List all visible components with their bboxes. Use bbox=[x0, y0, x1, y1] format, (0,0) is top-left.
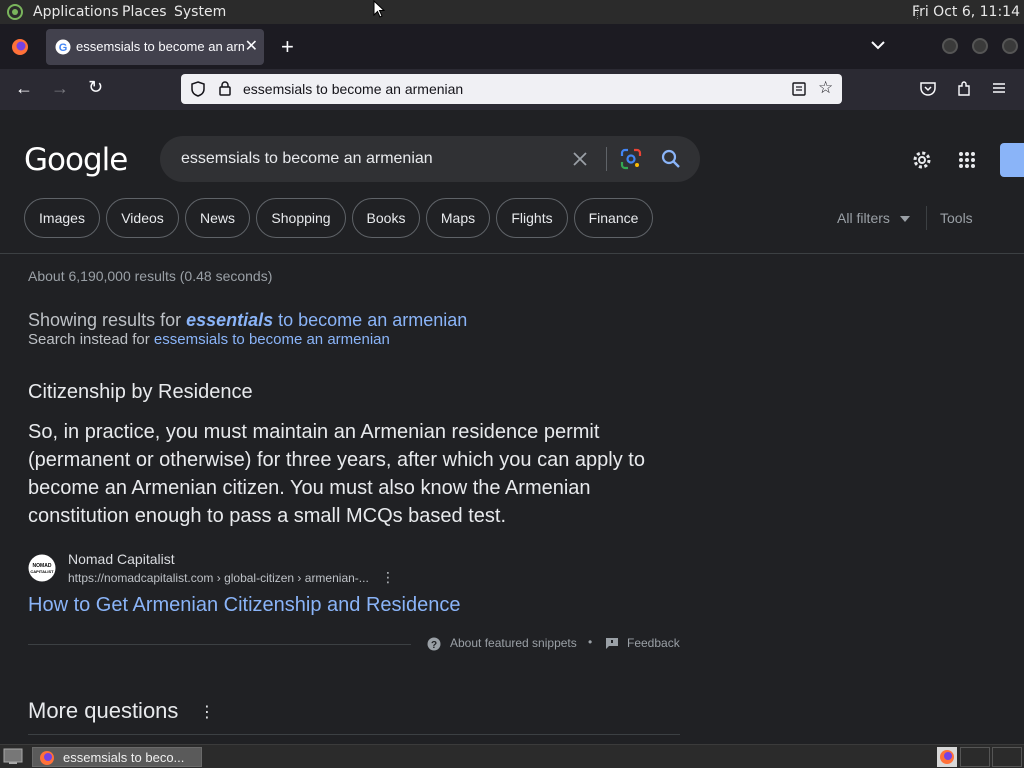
showing-prefix: Showing results for bbox=[28, 310, 187, 330]
chip-images[interactable]: Images bbox=[24, 198, 100, 238]
settings-gear-icon[interactable] bbox=[911, 149, 933, 171]
about-featured-snippets-link[interactable]: About featured snippets bbox=[450, 636, 577, 650]
taskbar-window-title: essemsials to beco... bbox=[63, 750, 185, 765]
navigation-bar: ← → ↻ essemsials to become an armenian ☆ bbox=[0, 69, 1024, 110]
result-stats: About 6,190,000 results (0.48 seconds) bbox=[28, 268, 273, 284]
google-favicon-icon: G bbox=[55, 39, 71, 55]
url-text[interactable]: essemsials to become an armenian bbox=[243, 81, 463, 97]
bullet-separator: • bbox=[588, 635, 593, 649]
shield-icon[interactable] bbox=[191, 81, 205, 97]
svg-text:CAPITALIST: CAPITALIST bbox=[30, 569, 54, 574]
maximize-window-button[interactable] bbox=[972, 38, 988, 54]
mouse-cursor-icon bbox=[373, 0, 385, 18]
firefox-icon bbox=[40, 751, 54, 765]
google-apps-icon[interactable] bbox=[958, 151, 976, 169]
applications-menu[interactable]: Applications bbox=[33, 4, 119, 20]
url-bar[interactable]: essemsials to become an armenian ☆ bbox=[181, 74, 842, 104]
more-options-icon[interactable]: ⋮ bbox=[381, 569, 395, 586]
top-panel: Applications Places System Fri Oct 6, 11… bbox=[0, 0, 1024, 24]
lock-icon[interactable] bbox=[219, 81, 231, 96]
help-circle-icon[interactable]: ? bbox=[427, 637, 441, 651]
dropdown-arrow-icon bbox=[900, 216, 910, 222]
questions-divider bbox=[28, 734, 680, 735]
bottom-taskbar: essemsials to beco... bbox=[0, 744, 1024, 768]
reload-icon[interactable]: ↻ bbox=[88, 77, 103, 98]
clock[interactable]: Fri Oct 6, 11:14 bbox=[912, 4, 1020, 20]
feedback-link[interactable]: Feedback bbox=[627, 636, 680, 650]
google-lens-icon[interactable] bbox=[620, 148, 642, 170]
workspace-3[interactable] bbox=[992, 747, 1022, 767]
original-query-link[interactable]: essemsials to become an armenian bbox=[154, 331, 390, 348]
snippet-text: So, in practice, you must maintain an Ar… bbox=[28, 421, 645, 527]
workspace-firefox-icon[interactable] bbox=[937, 747, 957, 767]
source-url[interactable]: https://nomadcapitalist.com › global-cit… bbox=[68, 571, 369, 585]
feedback-icon[interactable] bbox=[605, 637, 619, 650]
chip-books[interactable]: Books bbox=[352, 198, 420, 238]
corrected-word[interactable]: essentials bbox=[186, 310, 273, 330]
taskbar-window-firefox[interactable]: essemsials to beco... bbox=[32, 747, 202, 767]
tab-close-icon[interactable]: ✕ bbox=[245, 36, 258, 56]
active-tab[interactable]: G essemsials to become an armenian ✕ bbox=[46, 29, 264, 65]
source-favicon[interactable]: NOMAD CAPITALIST bbox=[28, 554, 56, 582]
forward-icon[interactable]: → bbox=[51, 78, 69, 99]
snippet-divider bbox=[28, 644, 411, 645]
sign-in-button[interactable] bbox=[1000, 143, 1024, 177]
distro-logo-icon[interactable] bbox=[6, 3, 24, 21]
corrected-rest[interactable]: to become an armenian bbox=[273, 310, 467, 330]
minimize-window-button[interactable] bbox=[942, 38, 958, 54]
search-divider bbox=[606, 147, 607, 171]
places-menu[interactable]: Places bbox=[122, 4, 167, 20]
instead-prefix: Search instead for bbox=[28, 331, 154, 348]
filters-divider bbox=[926, 206, 927, 230]
chip-videos[interactable]: Videos bbox=[106, 198, 179, 238]
spelling-correction: Showing results for essentials to become… bbox=[28, 310, 467, 331]
chip-news[interactable]: News bbox=[185, 198, 250, 238]
chip-flights[interactable]: Flights bbox=[496, 198, 568, 238]
new-tab-button[interactable]: + bbox=[281, 34, 294, 60]
search-instead: Search instead for essemsials to become … bbox=[28, 331, 390, 348]
clear-search-icon[interactable] bbox=[573, 152, 587, 166]
back-icon[interactable]: ← bbox=[15, 78, 33, 99]
svg-text:?: ? bbox=[431, 640, 437, 651]
search-input[interactable]: essemsials to become an armenian bbox=[181, 150, 433, 168]
extensions-icon[interactable] bbox=[956, 81, 972, 97]
system-menu[interactable]: System bbox=[174, 4, 226, 20]
workspace-2[interactable] bbox=[960, 747, 990, 767]
bookmark-star-icon[interactable]: ☆ bbox=[818, 78, 833, 98]
tools-button[interactable]: Tools bbox=[940, 210, 973, 226]
chip-shopping[interactable]: Shopping bbox=[256, 198, 346, 238]
source-name[interactable]: Nomad Capitalist bbox=[68, 551, 175, 567]
svg-text:G: G bbox=[59, 42, 68, 54]
chip-finance[interactable]: Finance bbox=[574, 198, 653, 238]
snippet-heading: Citizenship by Residence bbox=[28, 381, 253, 403]
corrected-query-link[interactable]: essentials to become an armenian bbox=[186, 310, 467, 330]
google-results-page: Google essemsials to become an armenian bbox=[0, 110, 1024, 744]
more-questions-options-icon[interactable]: ⋮ bbox=[199, 702, 215, 722]
close-window-button[interactable] bbox=[1002, 38, 1018, 54]
header-divider bbox=[0, 253, 1024, 254]
chip-maps[interactable]: Maps bbox=[426, 198, 490, 238]
pocket-icon[interactable] bbox=[920, 82, 936, 96]
tab-title: essemsials to become an armenian bbox=[76, 39, 244, 54]
firefox-view-icon[interactable] bbox=[11, 38, 29, 56]
show-desktop-icon[interactable] bbox=[3, 748, 23, 765]
reader-view-icon[interactable] bbox=[792, 82, 806, 96]
hamburger-menu-icon[interactable] bbox=[992, 82, 1006, 94]
result-title-link[interactable]: How to Get Armenian Citizenship and Resi… bbox=[28, 594, 460, 617]
search-icon[interactable] bbox=[661, 149, 681, 169]
list-all-tabs-icon[interactable] bbox=[871, 40, 885, 50]
google-logo[interactable]: Google bbox=[24, 142, 128, 178]
search-box[interactable]: essemsials to become an armenian bbox=[160, 136, 700, 182]
more-questions-heading: More questions bbox=[28, 698, 179, 723]
tab-strip: G essemsials to become an armenian ✕ + bbox=[0, 24, 1024, 69]
all-filters-button[interactable]: All filters bbox=[837, 210, 890, 226]
